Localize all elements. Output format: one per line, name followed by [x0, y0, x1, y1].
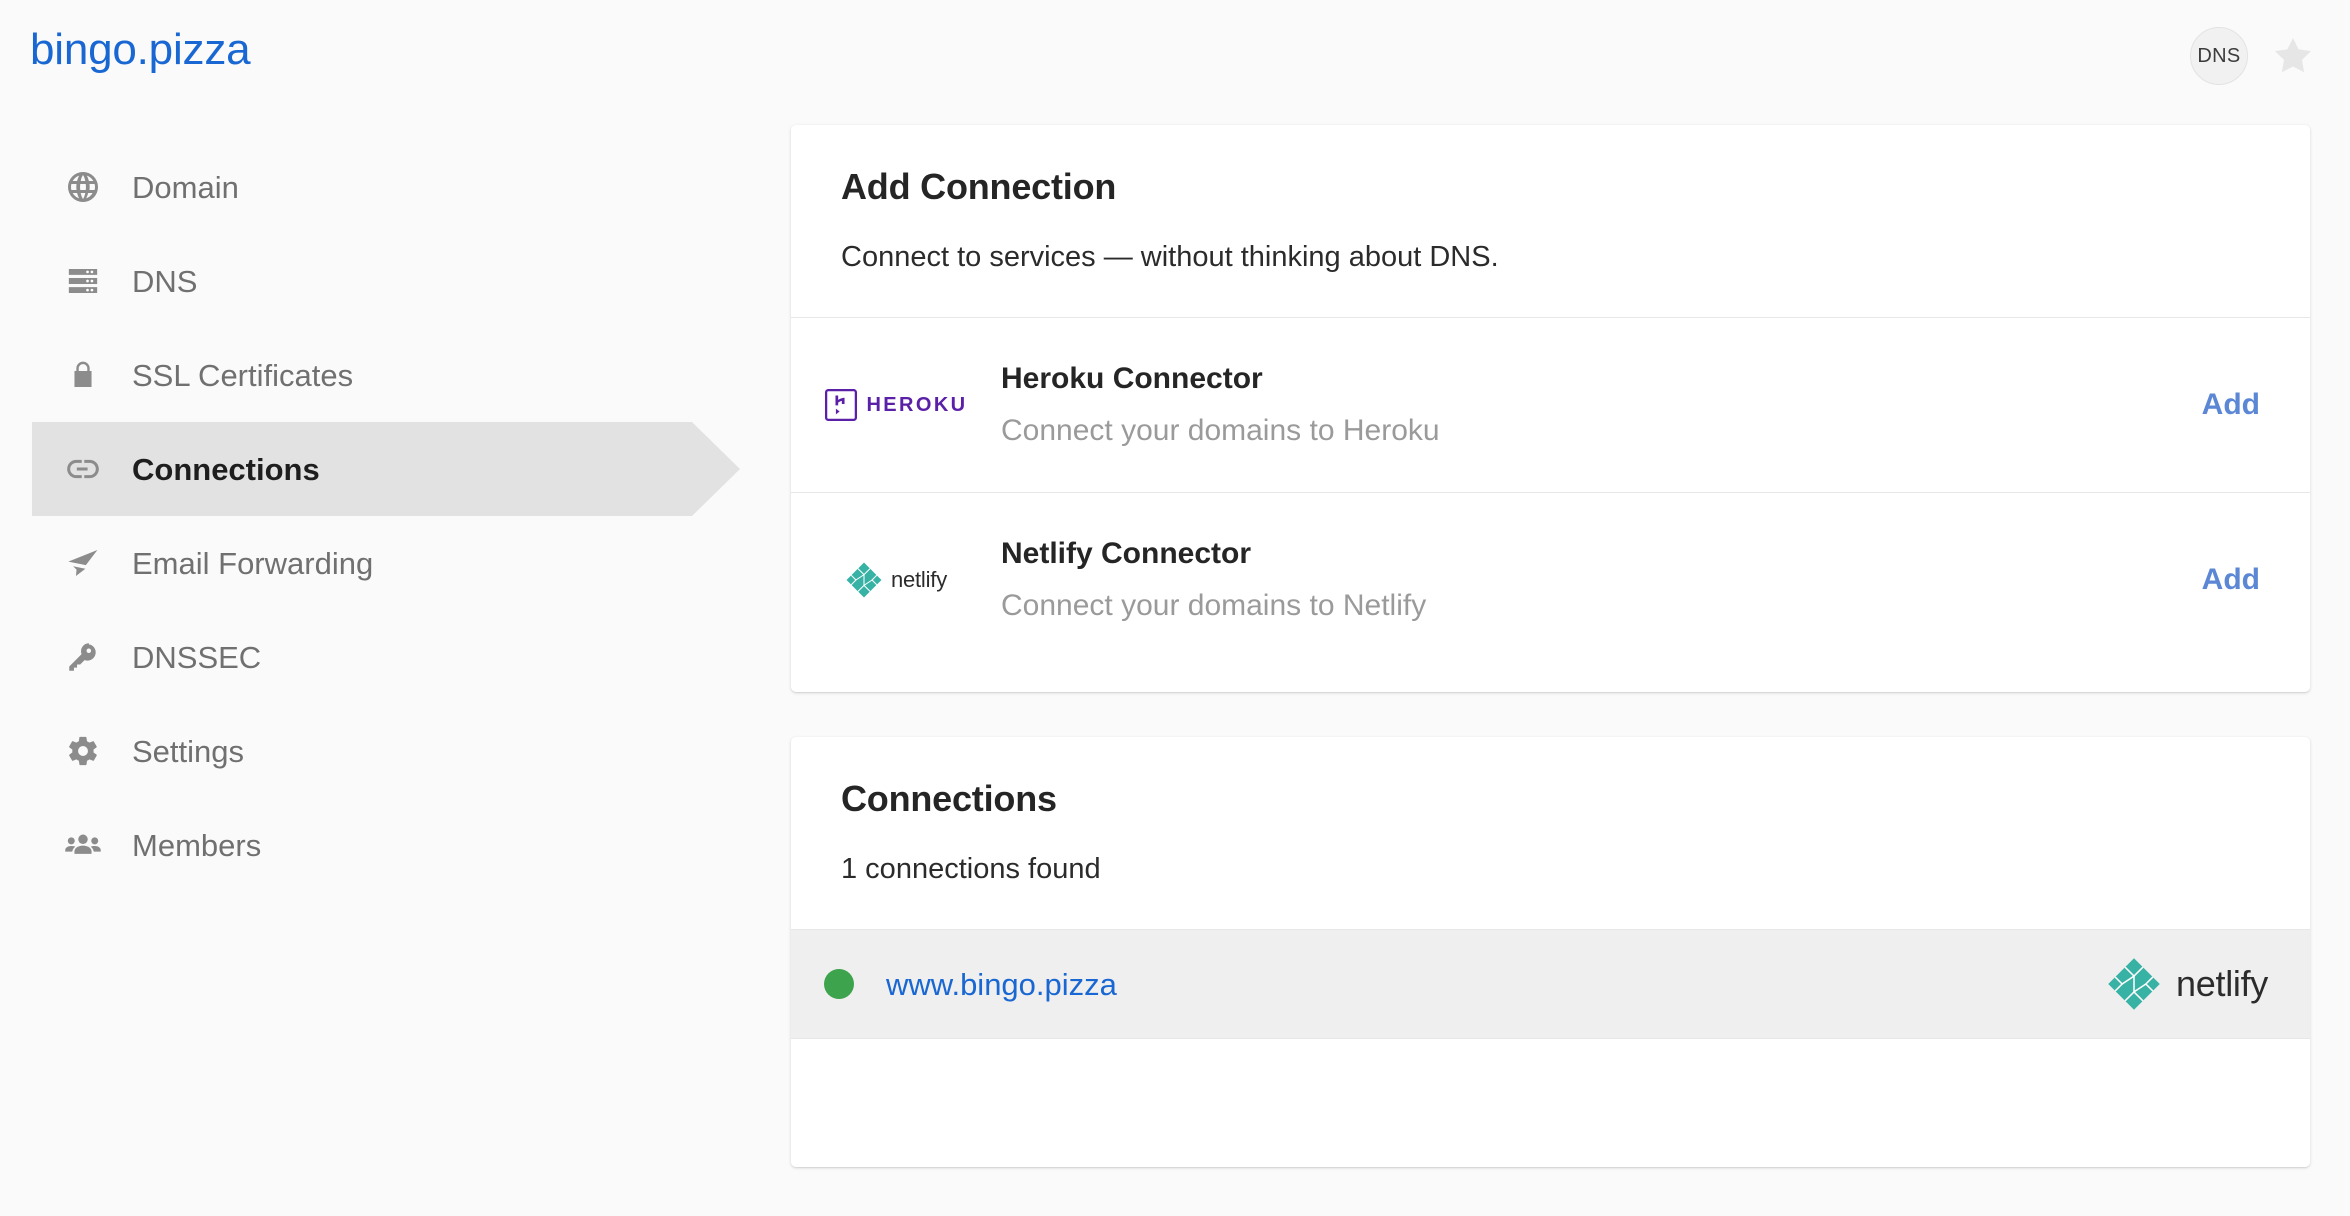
sidebar-item-label: Domain [132, 169, 239, 205]
link-icon [62, 448, 104, 490]
sidebar-item-label: DNSSEC [132, 639, 262, 675]
header-spacer [841, 275, 2260, 317]
sidebar-item-members[interactable]: Members [0, 798, 760, 892]
sidebar-item-label: DNS [132, 263, 198, 299]
send-icon [62, 542, 104, 584]
heroku-wordmark: HEROKU [866, 394, 968, 417]
globe-icon [62, 166, 104, 208]
connections-header: Connections 1 connections found [791, 737, 2310, 929]
page-root: bingo.pizza DNS Domain DNS SSL Certifica… [0, 0, 2350, 1216]
connections-card: Connections 1 connections found www.bing… [791, 737, 2310, 1167]
table-row[interactable]: www.bingo.pizza netlify [791, 930, 2310, 1039]
page-title[interactable]: bingo.pizza [30, 28, 251, 72]
connection-provider: netlify [2106, 956, 2268, 1012]
add-netlify-button[interactable]: Add [2202, 565, 2260, 595]
header-spacer [841, 887, 2260, 929]
connector-text: Netlify Connector Connect your domains t… [1001, 539, 2202, 621]
dns-badge[interactable]: DNS [2190, 27, 2248, 85]
connector-description: Connect your domains to Heroku [1001, 414, 1440, 448]
sidebar-item-connections[interactable]: Connections [0, 422, 760, 516]
netlify-logo: netlify [791, 561, 1001, 599]
connector-row-heroku: HEROKU Heroku Connector Connect your dom… [791, 318, 2310, 492]
sidebar-item-label: SSL Certificates [132, 357, 354, 393]
topbar: bingo.pizza DNS [0, 0, 2350, 110]
add-connection-header: Add Connection Connect to services — wit… [791, 125, 2310, 317]
status-cell [791, 969, 886, 1000]
add-heroku-button[interactable]: Add [2202, 390, 2260, 420]
sidebar-item-dns[interactable]: DNS [0, 234, 760, 328]
topbar-actions: DNS [2190, 27, 2316, 85]
gear-icon [62, 730, 104, 772]
star-icon[interactable] [2270, 33, 2316, 79]
netlify-wordmark: netlify [2176, 963, 2268, 1005]
connections-count: 1 connections found [841, 853, 1101, 885]
sidebar-item-domain[interactable]: Domain [0, 140, 760, 234]
connections-footer [791, 1039, 2310, 1167]
sidebar: Domain DNS SSL Certificates Connections [0, 140, 760, 892]
status-badge [823, 969, 854, 1000]
heroku-logo: HEROKU [791, 388, 1001, 422]
netlify-wordmark: netlify [890, 567, 948, 593]
connections-title: Connections [841, 778, 1057, 819]
add-connection-card: Add Connection Connect to services — wit… [791, 125, 2310, 692]
connection-hostname-link[interactable]: www.bingo.pizza [886, 969, 2106, 1000]
users-icon [62, 824, 104, 866]
connector-row-netlify: netlify Netlify Connector Connect your d… [791, 493, 2310, 667]
sidebar-item-label: Connections [132, 451, 320, 487]
connector-description: Connect your domains to Netlify [1001, 589, 1427, 623]
add-connection-subtitle: Connect to services — without thinking a… [841, 241, 1499, 273]
sidebar-item-label: Members [132, 827, 262, 863]
sidebar-item-email-forwarding[interactable]: Email Forwarding [0, 516, 760, 610]
connector-title: Netlify Connector [1001, 537, 1252, 571]
sidebar-item-label: Settings [132, 733, 245, 769]
sidebar-item-ssl-certificates[interactable]: SSL Certificates [0, 328, 760, 422]
server-icon [62, 260, 104, 302]
netlify-logo [2108, 958, 2160, 1010]
key-icon [62, 636, 104, 678]
sidebar-item-dnssec[interactable]: DNSSEC [0, 610, 760, 704]
connector-text: Heroku Connector Connect your domains to… [1001, 364, 2202, 446]
add-connection-title: Add Connection [841, 166, 1117, 207]
lock-icon [62, 354, 104, 396]
connector-title: Heroku Connector [1001, 362, 1263, 396]
sidebar-item-settings[interactable]: Settings [0, 704, 760, 798]
sidebar-item-label: Email Forwarding [132, 545, 374, 581]
